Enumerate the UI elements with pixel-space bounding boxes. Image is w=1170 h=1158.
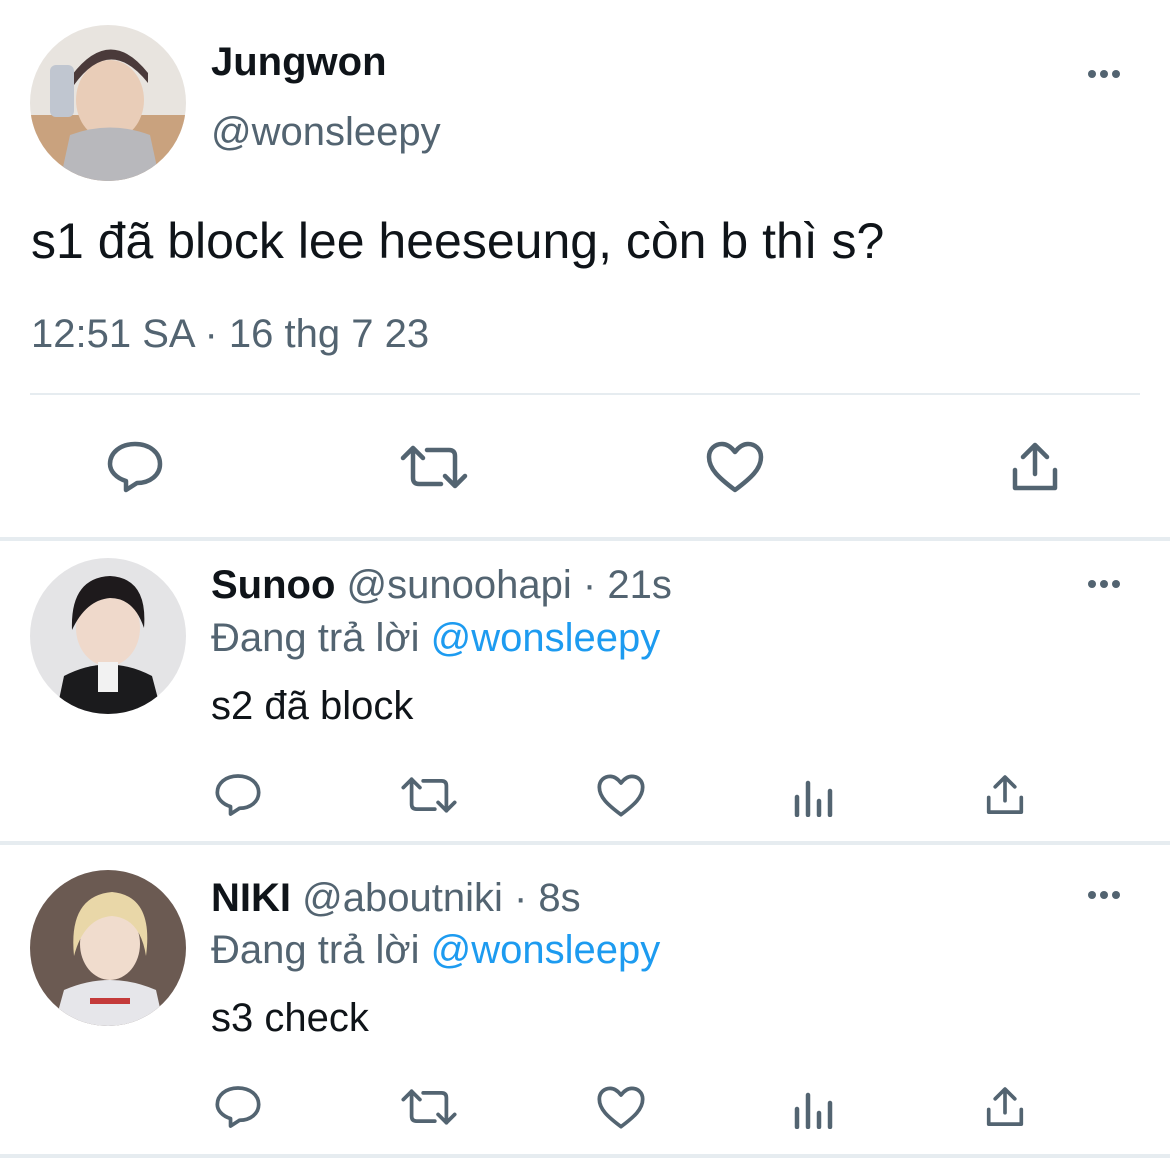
retweet-button[interactable] [398, 437, 470, 497]
reply-button[interactable] [210, 768, 266, 822]
retweet-button[interactable] [398, 1080, 460, 1134]
divider [0, 841, 1170, 845]
dot [1088, 70, 1096, 78]
heart-icon [597, 1085, 645, 1129]
dot [1088, 891, 1096, 899]
replying-to: Đang trả lời @wonsleepy [211, 616, 660, 661]
dot [1100, 580, 1108, 588]
share-button[interactable] [980, 768, 1030, 822]
reply-button[interactable] [100, 437, 170, 497]
reply-author-name[interactable]: Sunoo [211, 563, 335, 607]
reply-icon [215, 1086, 261, 1128]
tweet-timestamp[interactable]: 12:51 SA · 16 thg 7 23 [31, 312, 429, 357]
reply-more-button[interactable] [1088, 885, 1120, 905]
analytics-icon [794, 1092, 833, 1129]
tweet-more-button[interactable] [1088, 64, 1120, 84]
replying-to: Đang trả lời @wonsleepy [211, 928, 660, 973]
tweet-author-handle[interactable]: @wonsleepy [211, 110, 441, 155]
retweet-icon [401, 777, 457, 813]
reply-author-handle[interactable]: @aboutniki [302, 876, 503, 920]
avatar-jungwon[interactable] [30, 25, 186, 181]
dot [1100, 891, 1108, 899]
avatar-sunoo[interactable] [30, 558, 186, 714]
divider [30, 393, 1140, 395]
dot [1112, 580, 1120, 588]
replying-to-link[interactable]: @wonsleepy [431, 928, 661, 972]
retweet-icon [400, 445, 468, 489]
share-button[interactable] [980, 1080, 1030, 1134]
dot [1112, 70, 1120, 78]
avatar-niki[interactable] [30, 870, 186, 1026]
replying-label: Đang trả lời [211, 928, 420, 972]
heart-icon [597, 773, 645, 817]
share-icon [986, 775, 1024, 814]
replying-to-link[interactable]: @wonsleepy [431, 616, 661, 660]
retweet-icon [401, 1089, 457, 1125]
reply-text: s3 check [211, 996, 369, 1040]
tweet-text: s1 đã block lee heeseung, còn b thì s? [31, 213, 885, 269]
views-button[interactable] [790, 770, 836, 822]
dot [1112, 891, 1120, 899]
reply-icon [215, 774, 261, 816]
reply-text: s2 đã block [211, 684, 414, 728]
tweet-author-name[interactable]: Jungwon [211, 40, 387, 85]
reply-more-button[interactable] [1088, 574, 1120, 594]
replying-label: Đang trả lời [211, 616, 420, 660]
reply-author-name[interactable]: NIKI [211, 876, 291, 920]
dot [1100, 70, 1108, 78]
share-icon [1012, 442, 1058, 491]
analytics-icon [794, 780, 833, 817]
divider [0, 1154, 1170, 1158]
reply-button[interactable] [210, 1080, 266, 1134]
reply-author-handle[interactable]: @sunoohapi [347, 563, 572, 607]
reply-time[interactable]: · 8s [514, 876, 581, 920]
reply-icon [107, 441, 163, 493]
share-icon [986, 1087, 1024, 1126]
like-button[interactable] [702, 437, 768, 497]
reply-header: NIKI @aboutniki · 8s [211, 876, 581, 921]
like-button[interactable] [594, 1080, 648, 1134]
reply-header: Sunoo @sunoohapi · 21s [211, 563, 672, 608]
share-button[interactable] [1002, 437, 1068, 497]
divider [0, 537, 1170, 541]
views-button[interactable] [790, 1082, 836, 1134]
heart-icon [706, 441, 764, 493]
like-button[interactable] [594, 768, 648, 822]
retweet-button[interactable] [398, 768, 460, 822]
dot [1088, 580, 1096, 588]
reply-time[interactable]: · 21s [583, 563, 672, 607]
